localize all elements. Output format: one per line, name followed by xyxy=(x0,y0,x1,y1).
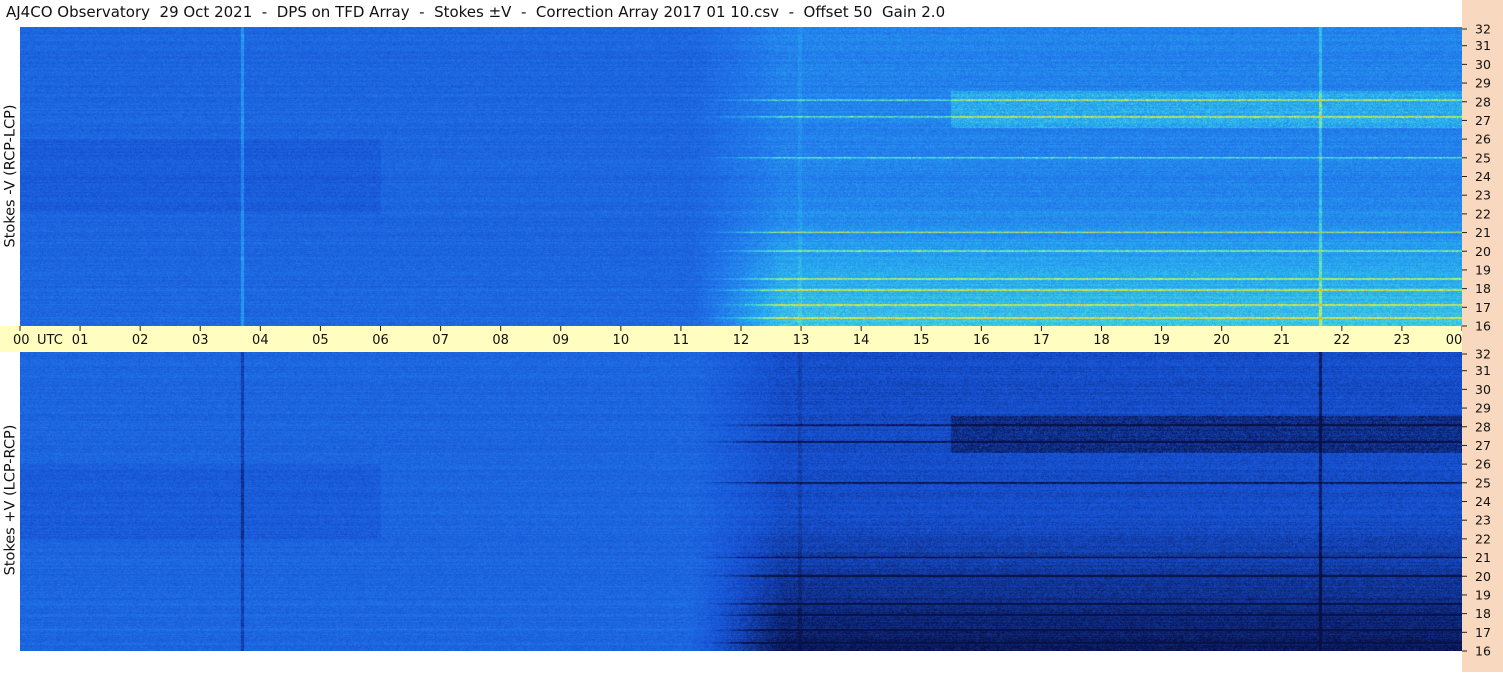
mhz-tick-label: 28 xyxy=(1475,419,1491,434)
mhz-tick-label: 17 xyxy=(1475,300,1491,315)
bottom-panel-ylabel: Stokes +V (LCP-RCP) xyxy=(1,424,18,576)
utc-axis-svg: 00 01 02 03 04 05 06 07 08 09 10 11 12 13 14 15 16 17 18 19… xyxy=(13,326,1497,348)
utc-tick-label: 08 xyxy=(492,333,509,348)
mhz-tick-label: 32 xyxy=(1475,347,1491,362)
mhz-tick-label: 21 xyxy=(1475,225,1491,240)
mhz-tick-label: 28 xyxy=(1475,94,1491,109)
mhz-tick-label: 17 xyxy=(1475,625,1491,640)
mhz-tick-label: 24 xyxy=(1475,494,1491,509)
utc-tick-label: 05 xyxy=(312,333,329,348)
mhz-tick-label: 27 xyxy=(1475,438,1491,453)
utc-unit-label: UTC xyxy=(37,333,63,348)
mhz-tick-label: 22 xyxy=(1475,531,1491,546)
spectrogram-view: AJ4CO Observatory 29 Oct 2021 - DPS on T… xyxy=(0,0,1503,672)
mhz-tick-label: 21 xyxy=(1475,550,1491,565)
utc-tick-label: 15 xyxy=(913,333,930,348)
mhz-tick-label: 25 xyxy=(1475,475,1491,490)
utc-tick-label: 12 xyxy=(733,333,750,348)
mhz-tick-label: 29 xyxy=(1475,401,1491,416)
utc-tick-label: 10 xyxy=(613,333,630,348)
top-panel-ylabel: Stokes -V (RCP-LCP) xyxy=(2,104,19,248)
mhz-tick-label: 30 xyxy=(1475,57,1491,72)
utc-tick-label: 19 xyxy=(1153,333,1170,348)
mhz-tick-label: 16 xyxy=(1475,644,1491,659)
page-title: AJ4CO Observatory 29 Oct 2021 - DPS on T… xyxy=(6,3,946,21)
utc-tick-label: 22 xyxy=(1334,333,1351,348)
title-bar: AJ4CO Observatory 29 Oct 2021 - DPS on T… xyxy=(0,0,1462,26)
utc-tick-label: 07 xyxy=(432,333,449,348)
mhz-tick-label: 18 xyxy=(1475,606,1491,621)
mhz-tick-label: 22 xyxy=(1475,206,1491,221)
utc-tick-label: 02 xyxy=(132,333,149,348)
utc-tick-label: 00 xyxy=(13,333,30,348)
utc-tick-label: 11 xyxy=(673,333,690,348)
utc-tick-label: 14 xyxy=(853,333,870,348)
utc-tick-label: 09 xyxy=(552,333,569,348)
mhz-tick-label: 20 xyxy=(1475,244,1491,259)
mhz-tick-label: 31 xyxy=(1475,38,1491,53)
utc-tick-label: 13 xyxy=(793,333,810,348)
mhz-tick-label: 20 xyxy=(1475,569,1491,584)
mhz-tick-label: 16 xyxy=(1475,319,1491,334)
utc-tick-label: 00 xyxy=(1446,333,1462,348)
utc-tick-label: 21 xyxy=(1273,333,1290,348)
utc-tick-label: 06 xyxy=(372,333,389,348)
mhz-tick-label: 23 xyxy=(1475,188,1491,203)
mhz-tick-label: 19 xyxy=(1475,262,1491,277)
mhz-tick-label: 27 xyxy=(1475,113,1491,128)
mhz-tick-label: 18 xyxy=(1475,281,1491,296)
utc-tick-label: 20 xyxy=(1213,333,1230,348)
mhz-tick-label: 32 xyxy=(1475,22,1491,37)
utc-tick-label: 17 xyxy=(1033,333,1050,348)
mhz-tick-label: 24 xyxy=(1475,169,1491,184)
utc-tick-label: 16 xyxy=(973,333,990,348)
bottom-spectrogram-panel[interactable] xyxy=(20,352,1462,651)
utc-tick-label: 04 xyxy=(252,333,269,348)
utc-tick-label: 03 xyxy=(192,333,209,348)
utc-tick-label: 23 xyxy=(1394,333,1411,348)
mhz-tick-label: 29 xyxy=(1475,76,1491,91)
mhz-tick-label: 31 xyxy=(1475,363,1491,378)
frequency-axis-svg: 3231302928272625242322212019181716323130… xyxy=(1462,22,1491,659)
mhz-tick-label: 23 xyxy=(1475,513,1491,528)
mhz-tick-label: 30 xyxy=(1475,382,1491,397)
mhz-tick-label: 26 xyxy=(1475,457,1491,472)
mhz-tick-label: 19 xyxy=(1475,587,1491,602)
top-spectrogram-panel[interactable] xyxy=(20,27,1462,326)
utc-time-axis: 00 01 02 03 04 05 06 07 08 09 10 11 12 13 14 15 16 17 18 19… xyxy=(0,326,1497,352)
mhz-tick-label: 26 xyxy=(1475,132,1491,147)
utc-tick-label: 18 xyxy=(1093,333,1110,348)
frequency-axis-strip: 32 31 30 29 28 27 26 25 24 23 22 21 20 19 18 17 16 32 31 30… xyxy=(1462,0,1503,672)
mhz-tick-label: 25 xyxy=(1475,150,1491,165)
utc-tick-label: 01 xyxy=(72,333,89,348)
